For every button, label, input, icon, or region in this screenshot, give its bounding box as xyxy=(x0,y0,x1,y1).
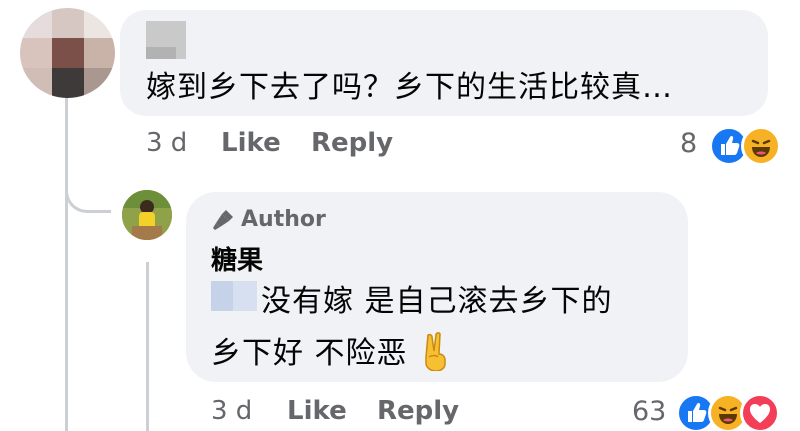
commenter-name-redacted[interactable] xyxy=(146,21,186,59)
commenter-avatar[interactable] xyxy=(20,8,115,98)
reply-text-line2-text: 乡下好 不险恶 xyxy=(211,336,408,371)
author-badge: Author xyxy=(211,207,326,232)
reply-thread-line xyxy=(146,262,149,431)
comment-like-button[interactable]: Like xyxy=(221,128,281,158)
comment-thread: 嫁到乡下去了吗？乡下的生活比较真… 3 d Like Reply 8 Autho… xyxy=(0,0,800,431)
comment-reply-button[interactable]: Reply xyxy=(311,128,393,158)
comment-timestamp[interactable]: 3 d xyxy=(146,128,187,158)
haha-icon[interactable] xyxy=(741,126,781,166)
reply-text-line1: 没有嫁 是自己滚去乡下的 xyxy=(261,284,613,319)
reply-reply-button[interactable]: Reply xyxy=(377,396,459,426)
thread-line xyxy=(65,92,68,431)
mention-redacted[interactable] xyxy=(211,281,257,311)
reply-like-button[interactable]: Like xyxy=(287,396,347,426)
author-name[interactable]: 糖果 xyxy=(211,240,263,277)
reply-reaction-count[interactable]: 63 xyxy=(632,396,666,427)
reply-text-line2: 乡下好 不险恶 xyxy=(211,328,452,372)
comment-reaction-count[interactable]: 8 xyxy=(680,128,697,159)
microphone-icon xyxy=(213,210,233,230)
reply-timestamp[interactable]: 3 d xyxy=(211,396,252,426)
victory-hand-icon xyxy=(425,332,446,371)
love-icon[interactable] xyxy=(740,393,780,431)
author-avatar[interactable] xyxy=(122,190,172,240)
author-badge-label: Author xyxy=(241,207,326,232)
comment-text: 嫁到乡下去了吗？乡下的生活比较真… xyxy=(146,70,673,105)
thread-connector xyxy=(65,175,111,213)
